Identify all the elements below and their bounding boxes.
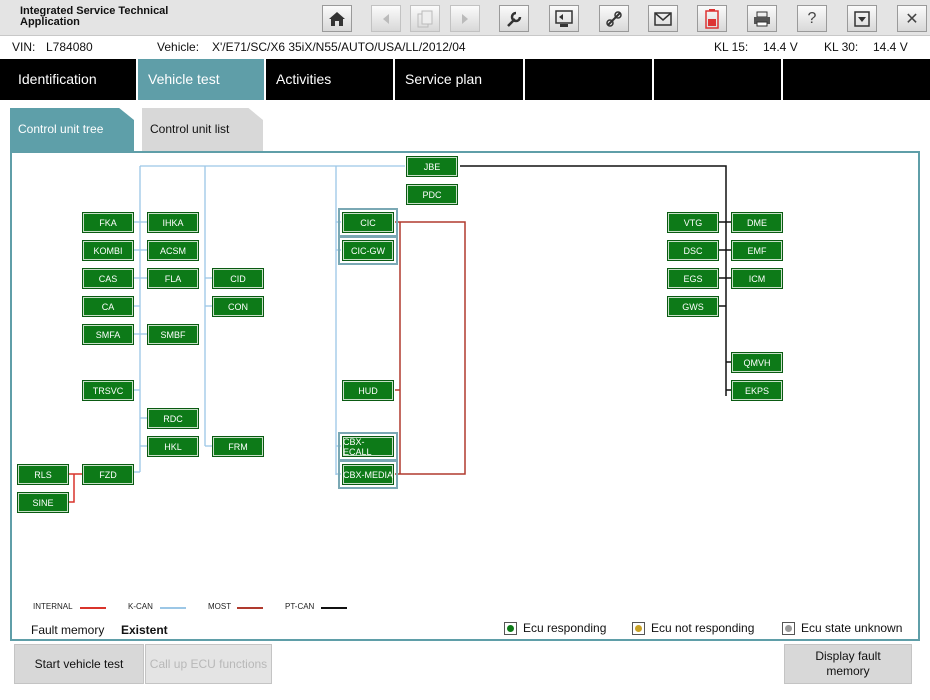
status-key-unknown: Ecu state unknown [782, 621, 902, 635]
arrow-right-icon[interactable] [450, 5, 480, 32]
diagnosis-icon[interactable] [549, 5, 579, 32]
ecu-egs[interactable]: EGS [667, 268, 719, 289]
status-key-not-responding: Ecu not responding [632, 621, 754, 635]
call-up-ecu-functions-button[interactable]: Call up ECU functions [145, 644, 272, 684]
tab-activities[interactable]: Activities [266, 59, 395, 100]
ecu-trsvc[interactable]: TRSVC [82, 380, 134, 401]
vin-value: L784080 [46, 40, 93, 54]
ecu-hkl[interactable]: HKL [147, 436, 199, 457]
ecu-emf[interactable]: EMF [731, 240, 783, 261]
ecu-qmvh[interactable]: QMVH [731, 352, 783, 373]
documents-icon[interactable] [410, 5, 440, 32]
ecu-rdc[interactable]: RDC [147, 408, 199, 429]
legend-internal-line [80, 607, 106, 609]
ecu-acsm[interactable]: ACSM [147, 240, 199, 261]
display-fault-memory-button[interactable]: Display fault memory [784, 644, 912, 684]
status-key-unknown-label: Ecu state unknown [801, 621, 903, 635]
vehicle-value: X'/E71/SC/X6 35iX/N55/AUTO/USA/LL/2012/0… [212, 40, 466, 54]
legend-kcan-line [160, 607, 186, 609]
legend-kcan-label: K-CAN [128, 602, 153, 611]
ecu-jbe[interactable]: JBE [406, 156, 458, 177]
kl30-label: KL 30: [824, 40, 859, 54]
arrow-left-icon[interactable] [371, 5, 401, 32]
responding-dot-icon [504, 621, 517, 635]
nav-empty-slot [654, 59, 783, 100]
tab-identification[interactable]: Identification [0, 59, 138, 100]
start-vehicle-test-button[interactable]: Start vehicle test [14, 644, 144, 684]
ecu-cas[interactable]: CAS [82, 268, 134, 289]
status-key-responding: Ecu responding [504, 621, 606, 635]
ecu-gws[interactable]: GWS [667, 296, 719, 317]
home-icon[interactable] [322, 5, 352, 32]
vehicle-info-bar: VIN: L784080 Vehicle: X'/E71/SC/X6 35iX/… [0, 37, 930, 59]
nav-empty-slot [525, 59, 654, 100]
ecu-kombi[interactable]: KOMBI [82, 240, 134, 261]
ecu-dme[interactable]: DME [731, 212, 783, 233]
tab-service-plan[interactable]: Service plan [395, 59, 525, 100]
minimize-icon[interactable] [847, 5, 877, 32]
ecu-icm[interactable]: ICM [731, 268, 783, 289]
title-bar: Integrated Service Technical Application… [0, 0, 930, 36]
ecu-vtg[interactable]: VTG [667, 212, 719, 233]
ecu-cic[interactable]: CIC [338, 208, 398, 237]
kl15-value: 14.4 V [763, 40, 798, 54]
ecu-fla[interactable]: FLA [147, 268, 199, 289]
ecu-rls[interactable]: RLS [17, 464, 69, 485]
ecu-cbx-ecall[interactable]: CBX-ECALL [338, 432, 398, 461]
tab-control-unit-tree[interactable]: Control unit tree [10, 108, 134, 151]
legend-ptcan-line [321, 607, 347, 609]
ecu-ihka[interactable]: IHKA [147, 212, 199, 233]
ecu-sine[interactable]: SINE [17, 492, 69, 513]
ecu-hud[interactable]: HUD [342, 380, 394, 401]
legend-most-line [237, 607, 263, 609]
fault-memory-value: Existent [121, 623, 168, 637]
vehicle-label: Vehicle: [157, 40, 200, 54]
vin-label: VIN: [12, 40, 36, 54]
connection-icon[interactable] [599, 5, 629, 32]
not-responding-dot-icon [632, 621, 645, 635]
ecu-fka[interactable]: FKA [82, 212, 134, 233]
ecu-smbf[interactable]: SMBF [147, 324, 199, 345]
fault-memory-label: Fault memory [31, 623, 105, 637]
legend-most-label: MOST [208, 602, 232, 611]
legend-ptcan-label: PT-CAN [285, 602, 315, 611]
ecu-frm[interactable]: FRM [212, 436, 264, 457]
ecu-ekps[interactable]: EKPS [731, 380, 783, 401]
ecu-con[interactable]: CON [212, 296, 264, 317]
printer-icon[interactable] [747, 5, 777, 32]
unknown-dot-icon [782, 621, 795, 635]
status-key-responding-label: Ecu responding [523, 621, 607, 635]
tab-vehicle-test[interactable]: Vehicle test [138, 59, 266, 100]
app-title: Integrated Service Technical Application [20, 5, 169, 28]
ecu-ca[interactable]: CA [82, 296, 134, 317]
ecu-fzd[interactable]: FZD [82, 464, 134, 485]
ecu-pdc[interactable]: PDC [406, 184, 458, 205]
status-key-not-responding-label: Ecu not responding [651, 621, 755, 635]
help-icon[interactable]: ? [797, 5, 827, 32]
main-nav: Identification Vehicle test Activities S… [0, 59, 930, 100]
kl30-value: 14.4 V [873, 40, 908, 54]
kl15-label: KL 15: [714, 40, 749, 54]
close-icon[interactable]: ✕ [897, 5, 927, 32]
ecu-cic-gw[interactable]: CIC-GW [338, 236, 398, 265]
ecu-cbx-media[interactable]: CBX-MEDIA [338, 460, 398, 489]
wrench-icon[interactable] [499, 5, 529, 32]
ecu-cid[interactable]: CID [212, 268, 264, 289]
ecu-smfa[interactable]: SMFA [82, 324, 134, 345]
ecu-dsc[interactable]: DSC [667, 240, 719, 261]
tab-control-unit-list[interactable]: Control unit list [142, 108, 263, 151]
legend-internal-label: INTERNAL [33, 602, 73, 611]
envelope-icon[interactable] [648, 5, 678, 32]
battery-icon[interactable] [697, 5, 727, 32]
